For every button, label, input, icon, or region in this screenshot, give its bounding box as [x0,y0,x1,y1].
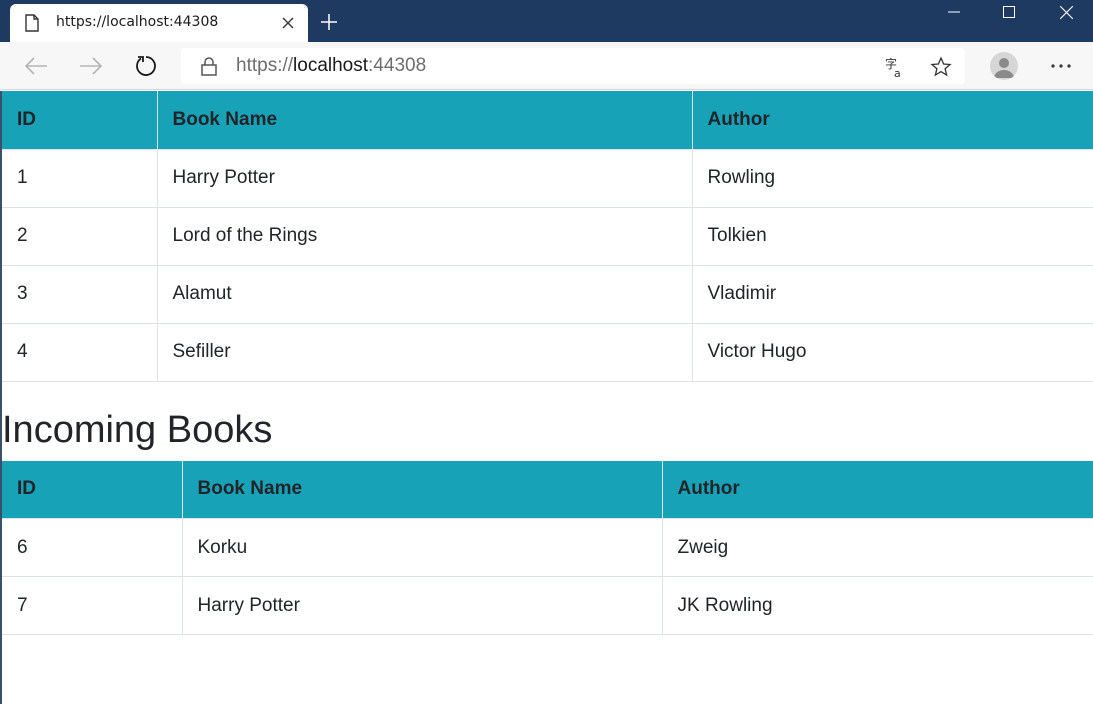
more-icon[interactable] [1048,54,1074,78]
cell-book-name: Lord of the Rings [157,206,693,265]
cell-author: Tolkien [692,206,1093,265]
lock-icon[interactable] [199,56,219,76]
cell-book-name: Sefiller [157,322,693,382]
column-header-book-name: Book Name [182,460,663,519]
column-header-id: ID [2,91,158,149]
close-icon[interactable] [278,13,298,33]
back-arrow-icon[interactable] [21,52,51,80]
cell-book-name: Harry Potter [182,576,663,635]
cell-id: 4 [2,322,158,382]
cell-author: Zweig [662,518,1093,577]
refresh-icon[interactable] [131,52,161,80]
page-content: ID Book Name Author 1 Harry Potter Rowli… [0,91,1093,704]
column-header-author: Author [692,91,1093,149]
url-text[interactable]: https://localhost:44308 [236,55,426,77]
table-header-row: ID Book Name Author [2,460,1093,519]
table-row: 2 Lord of the Rings Tolkien [2,206,1093,265]
maximize-icon[interactable] [981,0,1037,24]
table-row: 6 Korku Zweig [2,518,1093,577]
table-row: 7 Harry Potter JK Rowling [2,576,1093,635]
cell-id: 6 [2,518,183,577]
cell-author: Vladimir [692,264,1093,323]
table-header-row: ID Book Name Author [2,91,1093,149]
plus-icon[interactable] [317,10,341,34]
minimize-icon[interactable] [926,0,982,24]
profile-icon[interactable] [990,52,1018,80]
page-icon [25,14,39,32]
cell-id: 3 [2,264,158,323]
cell-book-name: Harry Potter [157,148,693,207]
column-header-book-name: Book Name [157,91,693,149]
forward-arrow-icon[interactable] [76,52,106,80]
browser-tab[interactable]: https://localhost:44308 [10,4,308,42]
cell-author: JK Rowling [662,576,1093,635]
cell-id: 1 [2,148,158,207]
svg-text:a: a [894,67,901,78]
table-row: 1 Harry Potter Rowling [2,148,1093,207]
table-row: 4 Sefiller Victor Hugo [2,322,1093,382]
incoming-books-table: ID Book Name Author 6 Korku Zweig 7 Harr… [2,460,1093,635]
column-header-author: Author [662,460,1093,519]
books-table: ID Book Name Author 1 Harry Potter Rowli… [2,91,1093,382]
cell-book-name: Alamut [157,264,693,323]
cell-author: Victor Hugo [692,322,1093,382]
table-row: 3 Alamut Vladimir [2,264,1093,323]
incoming-books-heading: Incoming Books [2,408,273,451]
cell-id: 2 [2,206,158,265]
title-bar: https://localhost:44308 [0,0,1093,42]
address-bar[interactable]: https://localhost:44308 字a [181,48,965,84]
translate-icon[interactable]: 字a [884,55,908,79]
tab-title: https://localhost:44308 [56,14,219,30]
star-icon[interactable] [929,55,953,79]
navigation-bar: https://localhost:44308 字a [0,42,1093,90]
column-header-id: ID [2,460,183,519]
window-close-icon[interactable] [1038,0,1093,24]
cell-book-name: Korku [182,518,663,577]
cell-id: 7 [2,576,183,635]
cell-author: Rowling [692,148,1093,207]
